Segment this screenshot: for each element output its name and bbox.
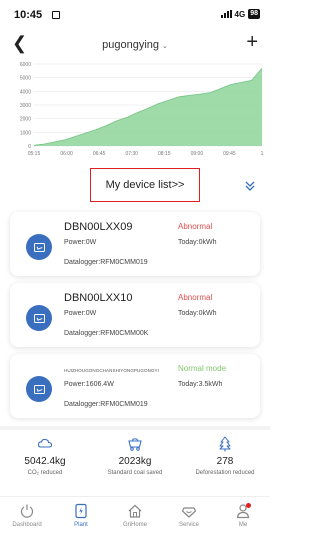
device-today-energy: Today:3.5kWh	[178, 381, 223, 388]
device-card[interactable]: DBN00LXX10 Abnormal Power:0W Today:0kWh …	[10, 283, 260, 347]
power-chart: 6000 5000 4000 3000 2000 1000 005:15 06:00 06:45…	[20, 62, 264, 157]
plant-selector[interactable]: pugongying ⌄	[0, 39, 270, 51]
environment-stats: 5042.4kg CO₂ reduced 2023kg Standard coa…	[0, 432, 270, 492]
stat-coal: 2023kg Standard coal saved	[90, 432, 180, 476]
status-indicators: 4G 98	[220, 9, 260, 19]
battery-icon: 98	[248, 9, 260, 19]
tab-label: Me	[238, 522, 248, 528]
tree-icon	[219, 436, 231, 452]
status-bar: 10:45 4G 98	[0, 0, 270, 30]
inverter-icon	[26, 305, 52, 331]
device-status: Normal mode	[178, 364, 227, 373]
x-tick-label: 08:15	[158, 151, 171, 157]
chevron-double-down-icon[interactable]	[244, 180, 256, 192]
stat-co2: 5042.4kg CO₂ reduced	[0, 432, 90, 476]
device-name: DBN00LXX10	[64, 292, 133, 304]
inverter-icon	[26, 376, 52, 402]
x-tick-label: 06:00	[60, 151, 73, 157]
tab-dashboard[interactable]: Dashboard	[0, 501, 54, 528]
service-icon	[181, 507, 197, 518]
network-type: 4G	[234, 9, 246, 19]
co2-icon	[37, 438, 53, 448]
stat-trees: 278 Deforestation reduced	[180, 432, 270, 476]
status-time: 10:45	[14, 9, 43, 21]
trees-value: 278	[216, 456, 234, 467]
signal-icon	[220, 10, 232, 18]
tab-label: GriHome	[122, 522, 147, 528]
device-power: Power:1606.4W	[64, 381, 114, 388]
series-area	[34, 68, 262, 146]
device-name: DBN00LXX09	[64, 221, 133, 233]
device-today-energy: Today:0kWh	[178, 310, 217, 317]
section-divider	[0, 426, 270, 430]
trees-label: Deforestation reduced	[195, 470, 255, 476]
chevron-down-icon: ⌄	[162, 43, 168, 50]
plant-title: pugongying	[102, 39, 159, 51]
y-tick-label: 1000	[20, 130, 31, 136]
y-tick-label: 3000	[20, 103, 31, 109]
coal-cart-icon	[128, 438, 142, 451]
tab-service[interactable]: Service	[162, 501, 216, 528]
device-power: Power:0W	[64, 239, 97, 246]
device-power: Power:0W	[64, 310, 97, 317]
y-tick-label: 5000	[20, 76, 31, 82]
plant-icon	[75, 503, 87, 519]
tab-label: Dashboard	[12, 522, 42, 528]
device-card[interactable]: DBN00LXX09 Abnormal Power:0W Today:0kWh …	[10, 212, 260, 276]
tab-grihome[interactable]: GriHome	[108, 501, 162, 528]
notification-dot	[246, 503, 251, 508]
device-datalogger: Datalogger:RFM0CMM00K	[64, 330, 149, 337]
x-tick-label: 05:15	[28, 151, 41, 157]
nav-bar: ❮ pugongying ⌄ +	[0, 30, 270, 60]
y-tick-label: 6000	[20, 62, 31, 68]
x-tick-label: 09:00	[191, 151, 204, 157]
device-datalogger: Datalogger:RFM0CMM019	[64, 401, 148, 408]
device-today-energy: Today:0kWh	[178, 239, 217, 246]
device-name: HUIZHOUGONGCHANSHIYONGPUGONGYI	[64, 368, 160, 373]
device-status: Abnormal	[178, 222, 213, 231]
x-tick-label: 09:45	[223, 151, 236, 157]
y-tick-label: 4000	[20, 89, 31, 95]
coal-value: 2023kg	[118, 456, 152, 467]
x-tick-label: 1	[261, 151, 264, 157]
power-icon	[20, 504, 34, 518]
tab-bar: Dashboard Plant GriHome Service Me	[0, 496, 270, 545]
x-tick-label: 07:30	[125, 151, 138, 157]
co2-label: CO₂ reduced	[27, 470, 63, 476]
co2-value: 5042.4kg	[24, 456, 66, 467]
sim-icon	[52, 11, 60, 19]
device-list-button[interactable]: My device list>>	[90, 168, 200, 202]
y-tick-label: 0	[28, 144, 31, 150]
inverter-icon	[26, 234, 52, 260]
y-tick-label: 2000	[20, 117, 31, 123]
device-list-row: My device list>>	[0, 168, 270, 204]
device-card[interactable]: HUIZHOUGONGCHANSHIYONGPUGONGYI Normal mo…	[10, 354, 260, 418]
device-status: Abnormal	[178, 293, 213, 302]
tab-me[interactable]: Me	[216, 501, 270, 528]
add-icon[interactable]: +	[246, 31, 258, 54]
tab-plant[interactable]: Plant	[54, 501, 108, 528]
tab-label: Plant	[74, 522, 88, 528]
coal-label: Standard coal saved	[107, 470, 163, 476]
tab-label: Service	[178, 522, 199, 528]
device-datalogger: Datalogger:RFM0CMM019	[64, 259, 148, 266]
home-icon	[128, 504, 142, 518]
x-tick-label: 06:45	[93, 151, 106, 157]
